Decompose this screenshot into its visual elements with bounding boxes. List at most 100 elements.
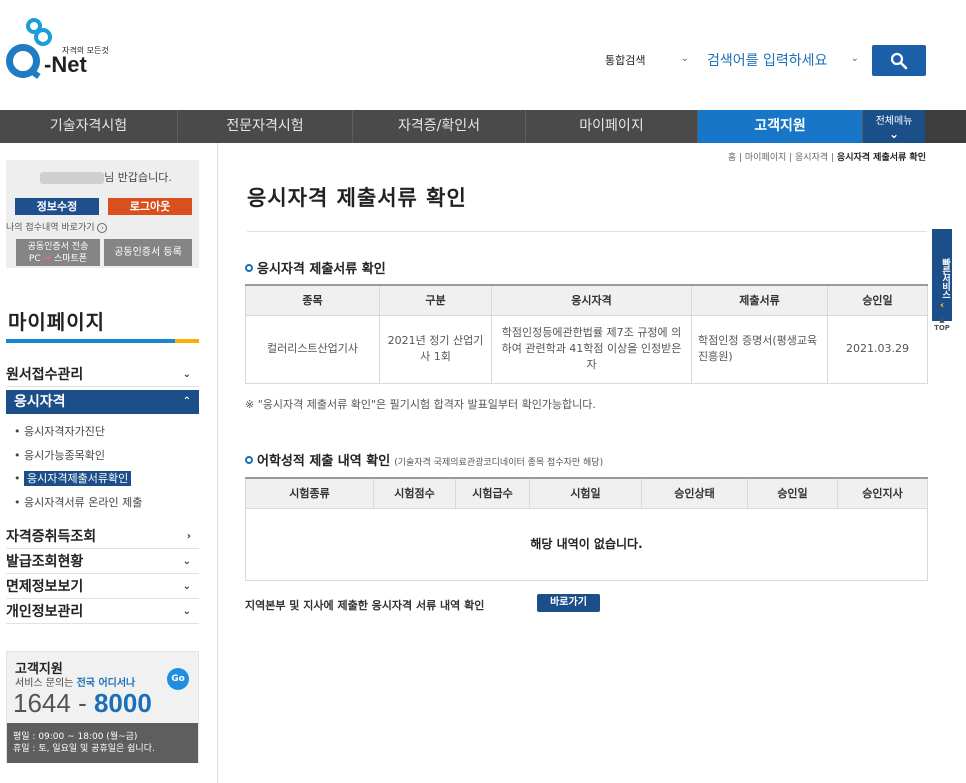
empty-message: 해당 내역이 없습니다. <box>245 507 928 581</box>
top-button[interactable]: ▲ TOP <box>932 316 952 336</box>
search-button[interactable] <box>872 45 926 76</box>
main-nav: 기술자격시험 전문자격시험 자격증/확인서 마이페이지 고객지원 전체메뉴 ⌄ <box>0 110 966 143</box>
bullet-icon <box>245 264 253 272</box>
cell-item: 컬러리스트산업기사 <box>245 314 380 384</box>
nav-mypage[interactable]: 마이페이지 <box>526 110 698 143</box>
submenu-self-diagnosis[interactable]: • 응시자격자가진단 <box>14 423 105 441</box>
chevron-down-icon: ⌄ <box>850 53 859 64</box>
header: 자격의 모든것 -Net 통합검색 ⌄ 검색어를 입력하세요 ⌄ <box>0 0 966 110</box>
menu-issue-status[interactable]: 발급조회현황 ⌄ <box>6 550 199 574</box>
menu-qualification[interactable]: 응시자격 ⌃ <box>6 390 199 414</box>
cs-phone-suffix: 8000 <box>93 688 152 718</box>
title-underline-accent <box>175 339 199 343</box>
cell-approval-date: 2021.03.29 <box>827 314 928 384</box>
nav-tech-exam[interactable]: 기술자격시험 <box>0 110 178 143</box>
chevron-up-icon: ⌃ <box>182 396 191 407</box>
cs-go-button[interactable]: Go <box>167 668 189 690</box>
cs-description: 서비스 문의는 전국 어디서나 <box>15 674 135 689</box>
column-header: 승인지사 <box>837 477 928 509</box>
section-title-language: 어학성적 제출 내역 확인 (기술자격 국제의료관광코디네이터 종목 접수자만 해… <box>245 450 603 469</box>
search-icon <box>890 52 908 70</box>
cell-category: 2021년 정기 산업기사 1회 <box>379 314 492 384</box>
cs-hours: 평일 : 09:00 ~ 18:00 (월~금) 휴일 : 토, 일요일 및 공… <box>7 723 198 763</box>
chevron-right-icon: › <box>186 531 191 542</box>
chevron-down-icon: ⌄ <box>888 127 900 141</box>
breadcrumb: 홈 | 마이페이지 | 응시자격 | 응시자격 제출서류 확인 <box>728 150 926 163</box>
chevron-down-icon: ⌄ <box>182 556 191 567</box>
menu-cert-lookup[interactable]: 자격증취득조회 › <box>6 525 199 549</box>
submenu-label: 응시가능종목확인 <box>24 449 105 462</box>
section-title-documents: 응시자격 제출서류 확인 <box>245 258 386 277</box>
nav-pro-exam[interactable]: 전문자격시험 <box>178 110 353 143</box>
login-box: 님 반갑습니다. 정보수정 로그아웃 나의 접수내역 바로가기 › 공동인증서 … <box>6 160 199 268</box>
table-row: 해당 내역이 없습니다. <box>245 507 928 581</box>
breadcrumb-home[interactable]: 홈 <box>728 153 736 163</box>
qnet-logo[interactable]: 자격의 모든것 -Net <box>6 18 116 90</box>
column-header: 종목 <box>245 284 380 316</box>
divider <box>247 231 927 232</box>
submenu-online-submit[interactable]: • 응시자격서류 온라인 제출 <box>14 494 142 512</box>
cert-register-button[interactable]: 공동인증서 등록 <box>104 239 192 266</box>
cs-phone-prefix: 1644 - <box>13 688 94 718</box>
greeting-text: 님 반갑습니다. <box>104 171 172 184</box>
cs-hours-holiday: 휴일 : 토, 일요일 및 공휴일은 쉽니다. <box>13 744 155 754</box>
chevron-right-icon: › <box>97 223 108 233</box>
menu-cert-lookup-label: 자격증취득조회 <box>6 529 97 545</box>
column-header: 시험일 <box>529 477 642 509</box>
menu-privacy[interactable]: 개인정보관리 ⌄ <box>6 600 199 624</box>
arrow-right-icon: ⇒ <box>43 254 52 264</box>
submenu-label: 응시자격서류 온라인 제출 <box>24 496 143 509</box>
cs-phone-number: 1644 - 8000 <box>13 688 152 719</box>
submenu-available-items[interactable]: • 응시가능종목확인 <box>14 447 105 465</box>
search-scope-select[interactable]: 통합검색 ⌄ <box>597 45 697 75</box>
search-bar: 통합검색 ⌄ 검색어를 입력하세요 ⌄ <box>597 45 867 75</box>
chevron-left-icon[interactable]: ‹ <box>932 299 952 313</box>
cell-documents: 학점인정 증명서(평생교육진흥원) <box>691 314 828 384</box>
table-header-row: 종목 구분 응시자격 제출서류 승인일 <box>245 284 928 316</box>
edit-info-button[interactable]: 정보수정 <box>15 198 99 215</box>
language-score-table: 시험종류 시험점수 시험급수 시험일 승인상태 승인일 승인지사 해당 내역이 … <box>245 477 928 581</box>
all-menu-button[interactable]: 전체메뉴 ⌄ <box>863 110 925 143</box>
chevron-down-icon: ⌄ <box>182 581 191 592</box>
menu-application[interactable]: 원서접수관리 ⌄ <box>6 363 199 387</box>
section-note: (기술자격 국제의료관광코디네이터 종목 접수자만 해당) <box>394 458 604 468</box>
nav-filler <box>925 110 966 143</box>
menu-qualification-label: 응시자격 <box>14 394 66 410</box>
breadcrumb-qualification[interactable]: 응시자격 <box>795 153 828 163</box>
logo-q-tail <box>27 67 41 79</box>
title-underline <box>6 339 199 343</box>
search-scope-label: 통합검색 <box>605 54 646 67</box>
breadcrumb-mypage[interactable]: 마이페이지 <box>745 153 786 163</box>
regional-submission-text: 지역본부 및 지사에 제출한 응시자격 서류 내역 확인 <box>245 599 485 612</box>
column-header: 시험점수 <box>373 477 456 509</box>
all-menu-label: 전체메뉴 <box>875 116 913 127</box>
submenu-document-check[interactable]: • 응시자격제출서류확인 <box>14 470 132 488</box>
logo-text: -Net <box>44 52 87 77</box>
page-title: 응시자격 제출서류 확인 <box>247 186 467 210</box>
nav-certificate[interactable]: 자격증/확인서 <box>353 110 526 143</box>
section-title-text: 응시자격 제출서류 확인 <box>257 262 386 277</box>
recent-application-link[interactable]: 나의 접수내역 바로가기 › <box>6 220 108 233</box>
logout-button[interactable]: 로그아웃 <box>108 198 192 215</box>
menu-application-label: 원서접수관리 <box>6 367 84 383</box>
cert-transfer-button[interactable]: 공동인증서 전송 PC ⇒ 스마트폰 <box>16 239 100 266</box>
table-header-row: 시험종류 시험점수 시험급수 시험일 승인상태 승인일 승인지사 <box>245 477 928 509</box>
cert-transfer-pc: PC <box>28 254 41 264</box>
column-header: 시험종류 <box>245 477 374 509</box>
section-title-text: 어학성적 제출 내역 확인 <box>257 454 391 469</box>
greeting: 님 반갑습니다. <box>16 169 196 185</box>
nav-customer-support[interactable]: 고객지원 <box>698 110 863 143</box>
menu-issue-status-label: 발급조회현황 <box>6 554 84 570</box>
goto-button[interactable]: 바로가기 <box>537 594 600 612</box>
chevron-down-icon: ⌄ <box>182 606 191 617</box>
search-placeholder: 검색어를 입력하세요 <box>707 53 828 69</box>
search-input[interactable]: 검색어를 입력하세요 ⌄ <box>701 45 863 75</box>
submenu-label: 응시자격제출서류확인 <box>24 471 132 486</box>
cell-qualification: 학점인정등에관한법률 제7조 규정에 의하여 관련학과 41학점 이상을 인정받… <box>491 314 692 384</box>
logo-circle-icon <box>34 28 52 46</box>
menu-exemption-label: 면제정보보기 <box>6 579 84 595</box>
column-header: 응시자격 <box>491 284 692 316</box>
menu-exemption[interactable]: 면제정보보기 ⌄ <box>6 575 199 599</box>
breadcrumb-sep: | <box>828 153 837 163</box>
sidebar: 님 반갑습니다. 정보수정 로그아웃 나의 접수내역 바로가기 › 공동인증서 … <box>0 143 218 783</box>
